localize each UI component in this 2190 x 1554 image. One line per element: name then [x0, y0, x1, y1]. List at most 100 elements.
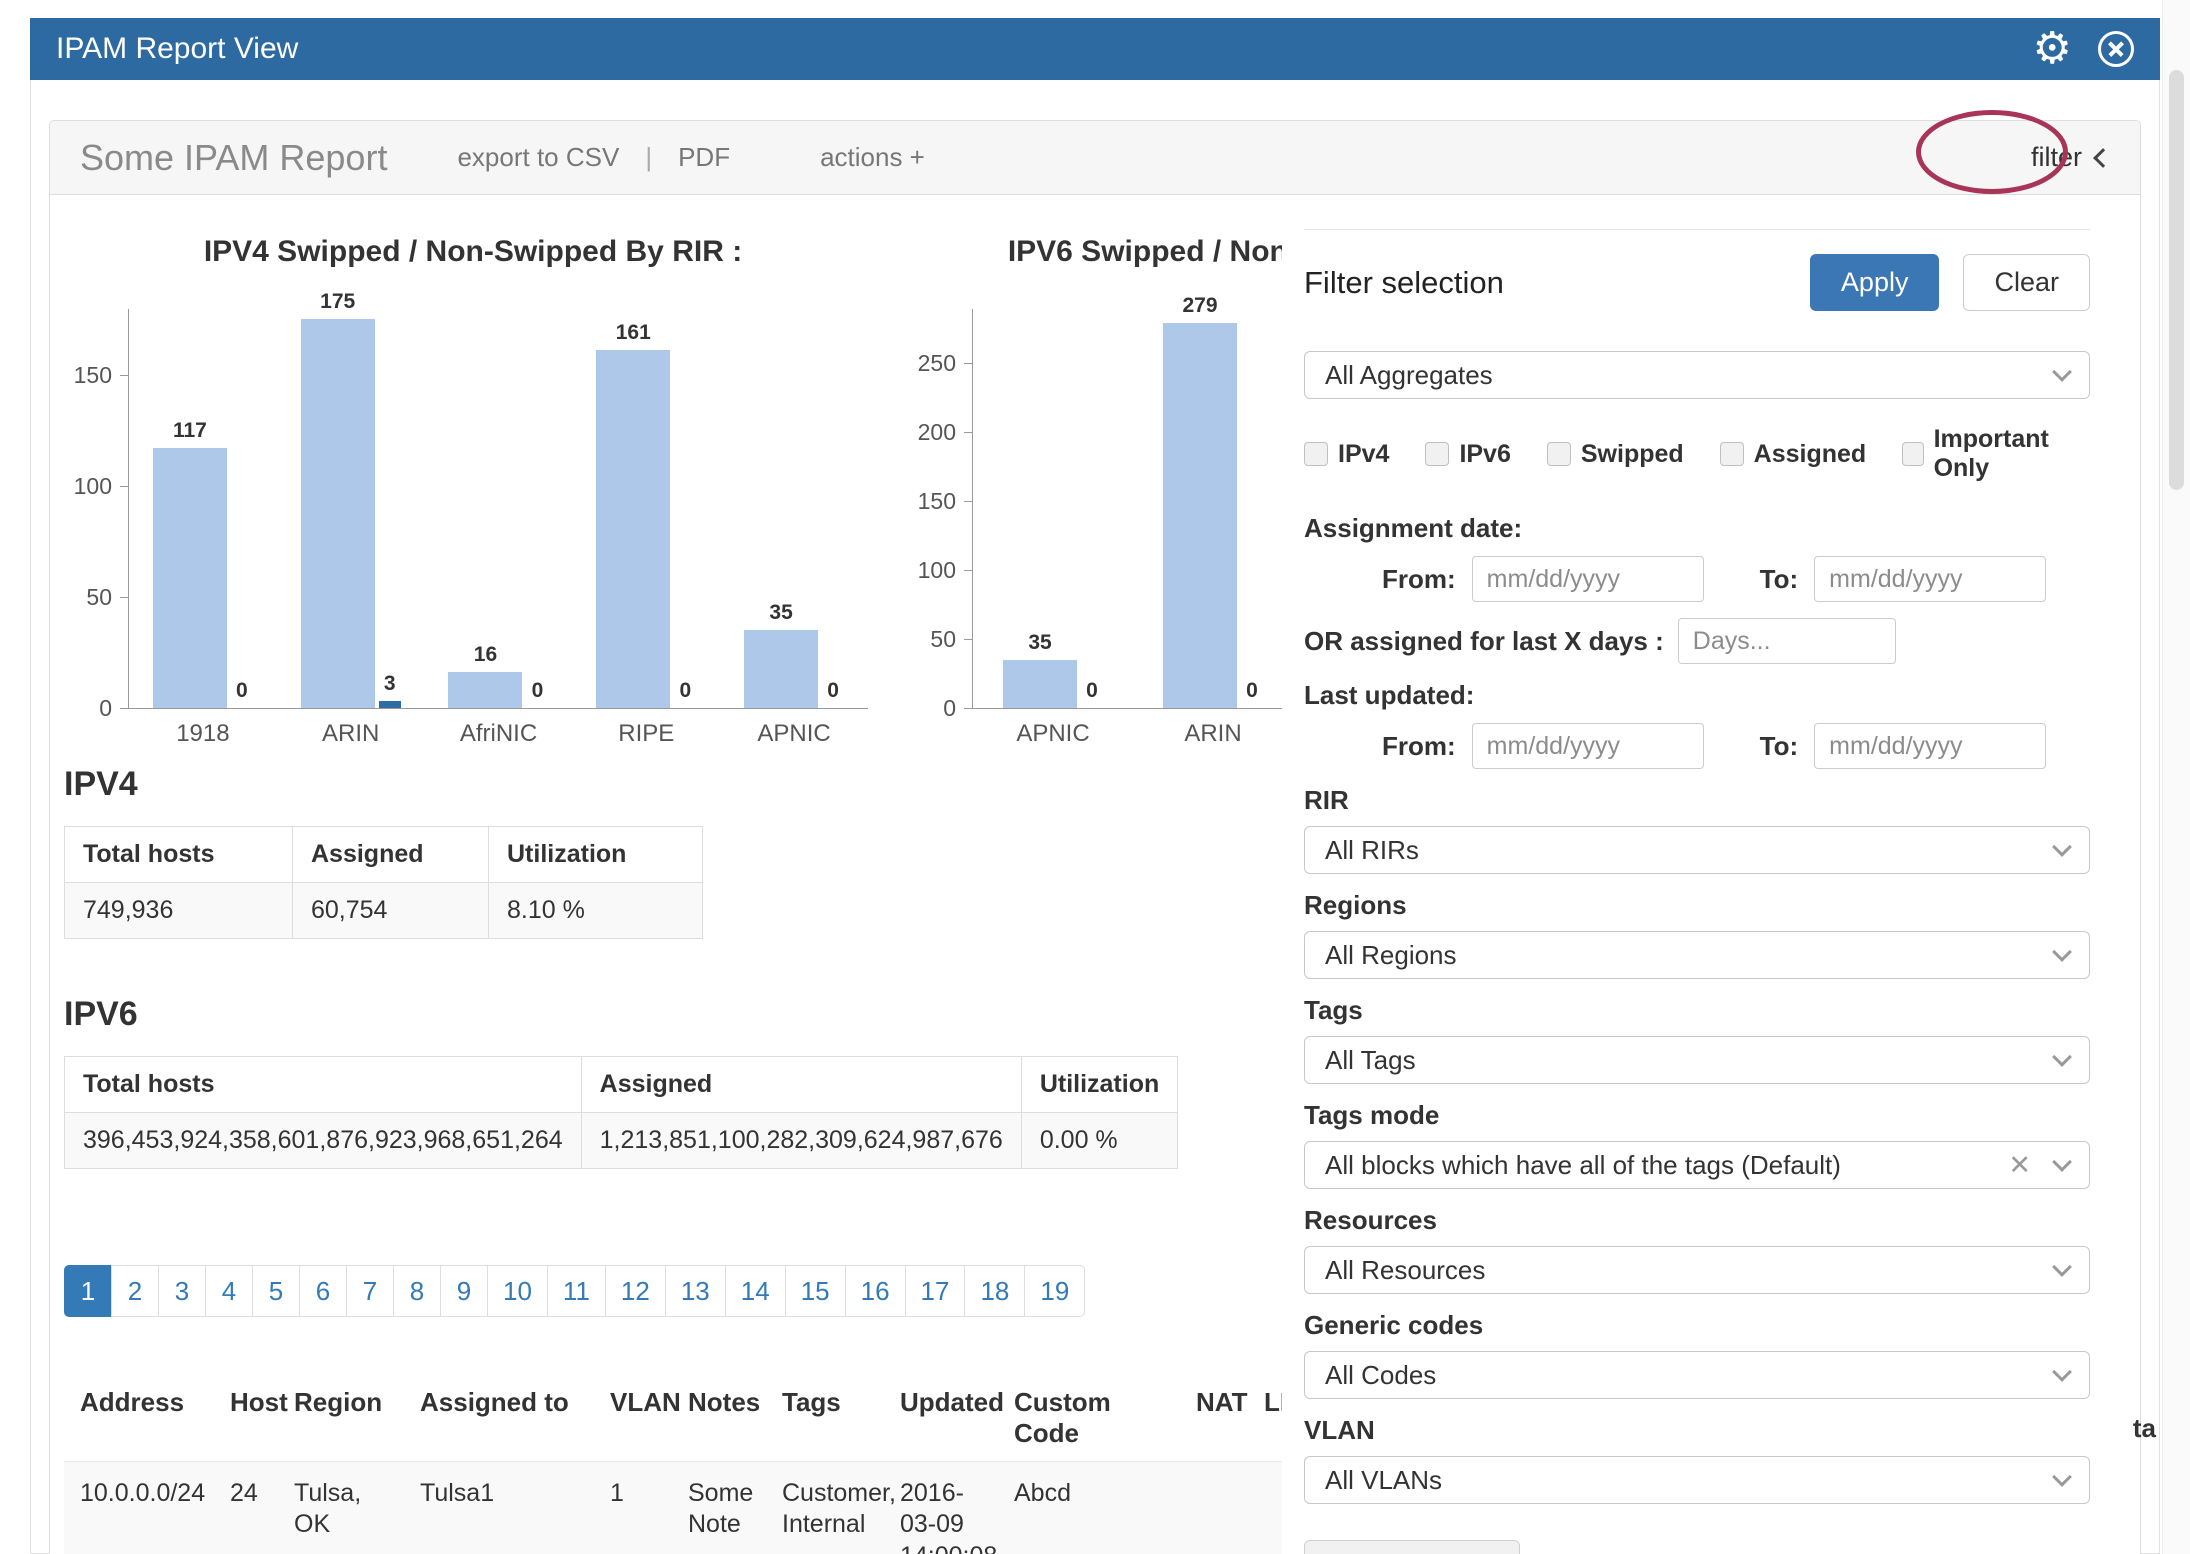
- generic-codes-select[interactable]: All Codes: [1304, 1351, 2090, 1399]
- cell-vlan: 1: [594, 1462, 672, 1554]
- page-button-5[interactable]: 5: [252, 1265, 300, 1317]
- y-tick-label: 0: [943, 695, 956, 722]
- actions-menu-button[interactable]: actions +: [820, 142, 925, 173]
- gear-icon[interactable]: ⚙: [2033, 27, 2072, 71]
- scrollbar[interactable]: [2162, 0, 2190, 1554]
- clear-button[interactable]: Clear: [1963, 254, 2090, 311]
- page-button-18[interactable]: 18: [964, 1265, 1025, 1317]
- column-header-tags: Tags: [766, 1375, 884, 1462]
- table-header-row: Total hosts Assigned Utilization: [65, 827, 703, 883]
- checkbox-icon: [1425, 442, 1449, 466]
- chevron-down-icon: [2052, 362, 2072, 382]
- assignment-from-input[interactable]: [1472, 556, 1704, 602]
- y-tick-label: 150: [74, 362, 112, 389]
- y-tick-label: 50: [930, 626, 956, 653]
- from-label: From:: [1382, 564, 1456, 595]
- page-button-12[interactable]: 12: [605, 1265, 666, 1317]
- column-header-host: Host: [214, 1375, 278, 1462]
- days-input[interactable]: [1678, 618, 1896, 664]
- tags-mode-select[interactable]: All blocks which have all of the tags (D…: [1304, 1141, 2090, 1189]
- tags-select[interactable]: All Tags: [1304, 1036, 2090, 1084]
- bar-ARIN-Swipped: [1163, 323, 1237, 708]
- page-button-7[interactable]: 7: [346, 1265, 394, 1317]
- last-x-days-label: OR assigned for last X days :: [1304, 626, 1664, 657]
- bar-value-label: 279: [1182, 294, 1217, 318]
- page-button-2[interactable]: 2: [111, 1265, 159, 1317]
- column-header-nat: NAT: [1180, 1375, 1248, 1462]
- bar-group-APNIC: 350APNIC: [720, 309, 868, 708]
- more-filters-button[interactable]: More filters: [1304, 1540, 1520, 1554]
- page-button-13[interactable]: 13: [665, 1265, 726, 1317]
- updated-from-input[interactable]: [1472, 723, 1704, 769]
- updated-to-input[interactable]: [1814, 723, 2046, 769]
- last-updated-label: Last updated:: [1304, 680, 2090, 711]
- y-tick-mark: [964, 570, 972, 571]
- clear-selection-icon[interactable]: ✕: [2008, 1150, 2031, 1181]
- page-button-3[interactable]: 3: [158, 1265, 206, 1317]
- assigned-checkbox[interactable]: Assigned: [1720, 440, 1867, 469]
- bar-1918-Swipped: [153, 448, 227, 708]
- ipv4-summary-table: Total hosts Assigned Utilization 749,936…: [64, 826, 703, 939]
- important-only-checkbox[interactable]: Important Only: [1902, 425, 2090, 483]
- rir-select[interactable]: All RIRs: [1304, 826, 2090, 874]
- page-button-19[interactable]: 19: [1024, 1265, 1085, 1317]
- pdf-link[interactable]: PDF: [678, 142, 730, 173]
- ipv6-checkbox[interactable]: IPv6: [1425, 440, 1510, 469]
- resources-select[interactable]: All Resources: [1304, 1246, 2090, 1294]
- vlan-select[interactable]: All VLANs: [1304, 1456, 2090, 1504]
- column-header-custom-code: Custom Code: [998, 1375, 1180, 1462]
- y-tick-mark: [120, 375, 128, 376]
- x-category-label: AfriNIC: [425, 720, 573, 748]
- rir-label: RIR: [1304, 785, 2090, 816]
- page-button-10[interactable]: 10: [487, 1265, 548, 1317]
- page-button-8[interactable]: 8: [393, 1265, 441, 1317]
- filter-toggle-button[interactable]: filter: [2031, 142, 2110, 173]
- y-tick-label: 0: [99, 695, 112, 722]
- page-button-16[interactable]: 16: [845, 1265, 906, 1317]
- bar-group-APNIC: 350APNIC: [973, 309, 1133, 708]
- column-header: Utilization: [489, 827, 703, 883]
- column-header: Total hosts: [65, 1057, 582, 1113]
- chevron-down-icon: [2052, 837, 2072, 857]
- clipped-column-header-fragment: ta: [2133, 1413, 2156, 1444]
- bar-value-label: 0: [827, 679, 839, 703]
- assigned-value: 60,754: [293, 883, 489, 939]
- bar-value-label: 0: [1086, 679, 1098, 703]
- bar-group-RIPE: 1610RIPE: [572, 309, 720, 708]
- y-tick-label: 100: [918, 557, 956, 584]
- tags-mode-label: Tags mode: [1304, 1100, 2090, 1131]
- window-title: IPAM Report View: [56, 32, 2033, 66]
- filter-toggle-label: filter: [2031, 142, 2082, 173]
- vlan-label: VLAN: [1304, 1415, 2090, 1446]
- ipv4-checkbox[interactable]: IPv4: [1304, 440, 1389, 469]
- bar-APNIC-Swipped: [744, 630, 818, 708]
- apply-button[interactable]: Apply: [1810, 254, 1940, 311]
- close-icon[interactable]: [2098, 31, 2134, 67]
- page-button-11[interactable]: 11: [547, 1265, 606, 1317]
- cell-address[interactable]: 10.0.0.0/24: [64, 1462, 214, 1554]
- swipped-checkbox[interactable]: Swipped: [1547, 440, 1684, 469]
- cell-notes: Some Note: [672, 1462, 766, 1554]
- table-header-row: Total hosts Assigned Utilization: [65, 1057, 1178, 1113]
- checkbox-icon: [1304, 442, 1328, 466]
- table-row: 396,453,924,358,601,876,923,968,651,264 …: [65, 1113, 1178, 1169]
- page-button-6[interactable]: 6: [299, 1265, 347, 1317]
- regions-select[interactable]: All Regions: [1304, 931, 2090, 979]
- assignment-to-input[interactable]: [1814, 556, 2046, 602]
- aggregates-select[interactable]: All Aggregates: [1304, 351, 2090, 399]
- page-button-14[interactable]: 14: [725, 1265, 786, 1317]
- scrollbar-thumb[interactable]: [2169, 70, 2184, 490]
- ipv4-chart-title: IPV4 Swipped / Non-Swipped By RIR :: [68, 235, 878, 269]
- page-button-15[interactable]: 15: [785, 1265, 846, 1317]
- page-button-17[interactable]: 17: [905, 1265, 966, 1317]
- x-category-label: APNIC: [973, 720, 1133, 748]
- page-button-9[interactable]: 9: [440, 1265, 488, 1317]
- x-category-label: RIPE: [572, 720, 720, 748]
- bar-RIPE-Swipped: [596, 350, 670, 708]
- export-csv-link[interactable]: export to CSV: [457, 142, 619, 173]
- page-button-1[interactable]: 1: [64, 1265, 112, 1317]
- column-header-notes: Notes: [672, 1375, 766, 1462]
- page-button-4[interactable]: 4: [205, 1265, 253, 1317]
- bar-ARIN-Swipped: [301, 319, 375, 708]
- table-row: 749,936 60,754 8.10 %: [65, 883, 703, 939]
